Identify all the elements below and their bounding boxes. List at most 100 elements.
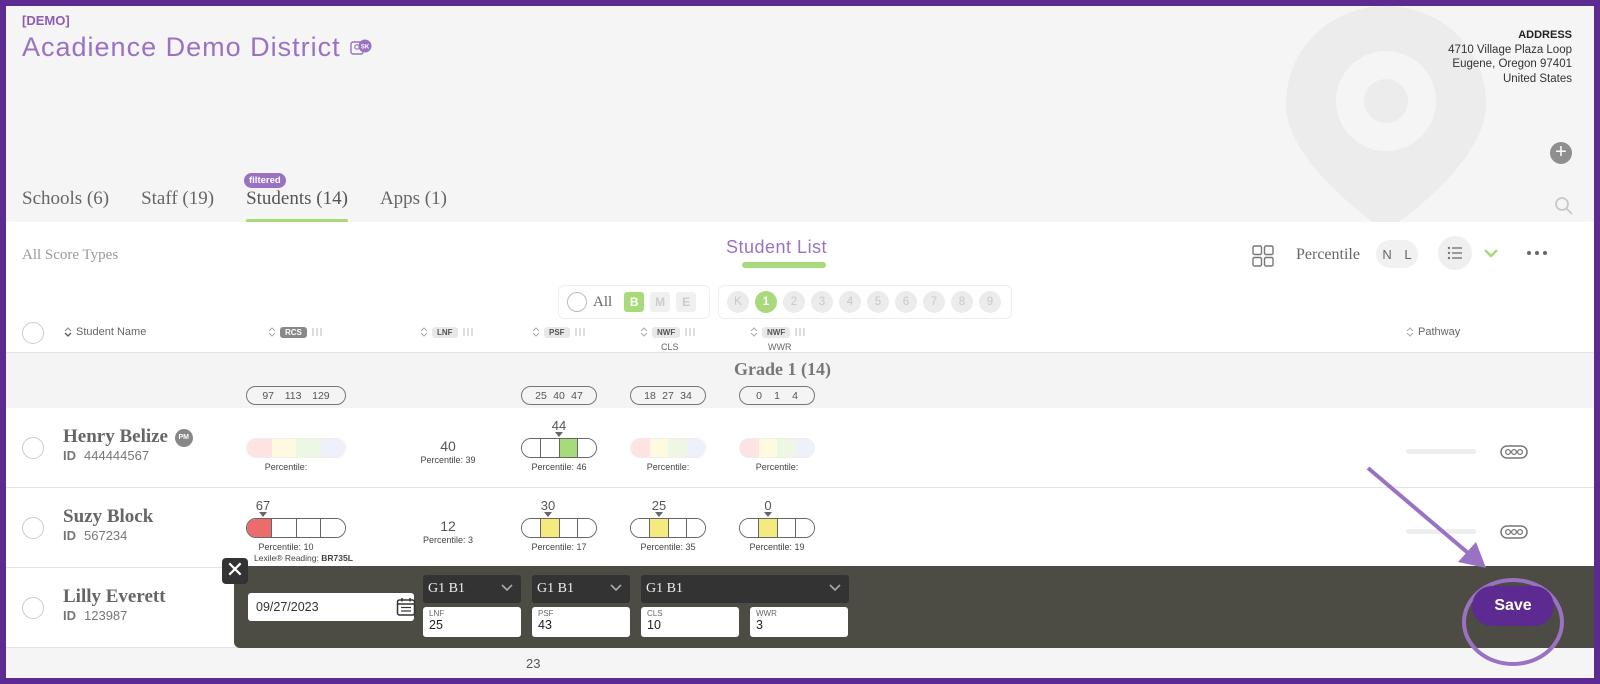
close-entry-button[interactable]: ✕ <box>222 558 248 584</box>
select-all-checkbox[interactable] <box>22 322 44 344</box>
measure-tag: RCS <box>280 326 307 338</box>
column-psf[interactable]: PSF <box>532 326 586 338</box>
row-actions-icon[interactable] <box>1500 524 1528 540</box>
score-value-psf: 44 <box>551 418 567 433</box>
search-icon[interactable] <box>1554 196 1574 216</box>
grade-8[interactable]: 8 <box>951 291 973 313</box>
form-select-psf[interactable]: G1 B1 <box>532 575 630 603</box>
column-lnf[interactable]: LNF <box>420 326 474 338</box>
column-pathway[interactable]: Pathway <box>1406 326 1460 338</box>
bar-segment <box>321 519 345 537</box>
grade-3[interactable]: 3 <box>811 291 833 313</box>
grade-2[interactable]: 2 <box>783 291 805 313</box>
toggle-l[interactable]: L <box>1404 247 1411 262</box>
svg-text:SK: SK <box>361 44 370 50</box>
lexile-label: Lexile® Reading: <box>254 553 319 563</box>
period-b[interactable]: B <box>624 292 645 312</box>
row-select-checkbox[interactable] <box>22 437 44 459</box>
student-name[interactable]: Suzy Block <box>63 506 153 528</box>
period-m[interactable]: M <box>650 292 671 312</box>
bar-segment <box>296 439 321 457</box>
bar-segment <box>740 439 759 457</box>
wwr-score-input[interactable]: WWR 3 <box>750 607 848 637</box>
input-label: CLS <box>647 609 663 618</box>
input-value: 10 <box>647 618 661 632</box>
bar-segment <box>522 519 541 537</box>
benchmark-value: 34 <box>680 389 692 402</box>
bars-icon <box>463 328 473 336</box>
percentile-text: Percentile: 3 <box>422 535 474 545</box>
column-nwf-cls[interactable]: NWF <box>640 326 696 338</box>
student-row[interactable]: Henry Belize PM ID 444444567 Percentile: … <box>6 408 1594 488</box>
score-entry-panel: 09/27/2023 G1 B1 G1 B1 G1 B1 LNF 25 PSF … <box>234 566 1594 648</box>
percentile-text: Percentile: <box>755 462 799 472</box>
row-actions-icon[interactable] <box>1500 444 1528 460</box>
tab-students[interactable]: Students (14) <box>246 188 348 223</box>
score-types-filter[interactable]: All Score Types <box>22 247 118 264</box>
score-caret <box>764 512 772 517</box>
period-e[interactable]: E <box>676 292 697 312</box>
cls-score-input[interactable]: CLS 10 <box>641 607 739 637</box>
bar-segment <box>631 519 650 537</box>
chevron-down-icon[interactable] <box>1482 244 1500 262</box>
add-button[interactable]: + <box>1550 142 1572 164</box>
score-caret <box>555 432 563 437</box>
student-name[interactable]: Lilly Everett <box>63 586 166 608</box>
column-rcs[interactable]: RCS <box>268 326 323 338</box>
lnf-score-input[interactable]: LNF 25 <box>423 607 521 637</box>
filter-row: All B M E K 1 2 3 4 5 6 7 8 9 Student Na… <box>6 282 1594 352</box>
demo-tag: [DEMO] <box>22 13 70 28</box>
row-select-checkbox[interactable] <box>22 517 44 539</box>
tab-schools[interactable]: Schools (6) <box>22 188 109 218</box>
psf-score-input[interactable]: PSF 43 <box>532 607 630 637</box>
list-view-button[interactable] <box>1438 236 1472 270</box>
grade-k[interactable]: K <box>727 291 749 313</box>
norm-lexile-toggle[interactable]: N L <box>1376 240 1418 268</box>
calendar-icon[interactable] <box>396 597 416 617</box>
student-name-text: Henry Belize <box>63 426 168 447</box>
student-row[interactable]: Suzy Block ID 567234 67 Percentile: 10 Le… <box>6 488 1594 568</box>
percentile-text: Percentile: 10 <box>258 542 314 552</box>
bar-segment <box>578 439 596 457</box>
toggle-n[interactable]: N <box>1382 247 1391 262</box>
save-button[interactable]: Save <box>1472 586 1554 626</box>
column-nwf-wwr[interactable]: NWF <box>750 326 806 338</box>
id-label: ID <box>63 608 76 623</box>
bar-segment <box>758 519 778 537</box>
benchmark-value: 18 <box>644 389 656 402</box>
tab-staff[interactable]: Staff (19) <box>141 188 214 218</box>
grade-5[interactable]: 5 <box>867 291 889 313</box>
row-select-checkbox[interactable] <box>22 597 44 619</box>
all-periods-radio[interactable] <box>567 292 587 312</box>
grade-9[interactable]: 9 <box>979 291 1001 313</box>
column-label: Pathway <box>1418 326 1461 338</box>
grid-view-icon[interactable] <box>1252 245 1274 267</box>
bar-segment <box>271 519 297 537</box>
more-options-icon[interactable] <box>1526 244 1548 262</box>
score-value-wwr: 0 <box>764 498 772 513</box>
column-student-name[interactable]: Student Name <box>64 326 146 338</box>
grade-7[interactable]: 7 <box>923 291 945 313</box>
assessment-date-input[interactable]: 09/27/2023 <box>248 593 416 621</box>
student-id: ID 123987 <box>63 608 127 623</box>
measure-tag: LNF <box>432 326 458 338</box>
student-name[interactable]: Henry Belize PM <box>63 426 193 448</box>
grade-6[interactable]: 6 <box>895 291 917 313</box>
grade-4[interactable]: 4 <box>839 291 861 313</box>
form-select-nwf[interactable]: G1 B1 <box>641 575 849 603</box>
id-value: 567234 <box>84 528 128 543</box>
percentile-text: Percentile: 17 <box>531 542 587 552</box>
bar-segment <box>795 439 814 457</box>
percentile-text: Percentile: 19 <box>749 542 805 552</box>
bar-segment <box>649 519 669 537</box>
tab-apps[interactable]: Apps (1) <box>380 188 447 218</box>
progress-monitoring-badge: PM <box>174 429 193 447</box>
lexile-value: BR735L <box>321 553 353 563</box>
form-select-lnf[interactable]: G1 B1 <box>423 575 521 603</box>
sort-icon <box>64 327 72 337</box>
student-group-icon[interactable]: SK <box>350 39 372 57</box>
input-value: 3 <box>756 618 763 632</box>
score-bar-psf <box>521 438 597 458</box>
grade-1[interactable]: 1 <box>755 291 777 313</box>
score-bar-rcs <box>246 438 346 458</box>
